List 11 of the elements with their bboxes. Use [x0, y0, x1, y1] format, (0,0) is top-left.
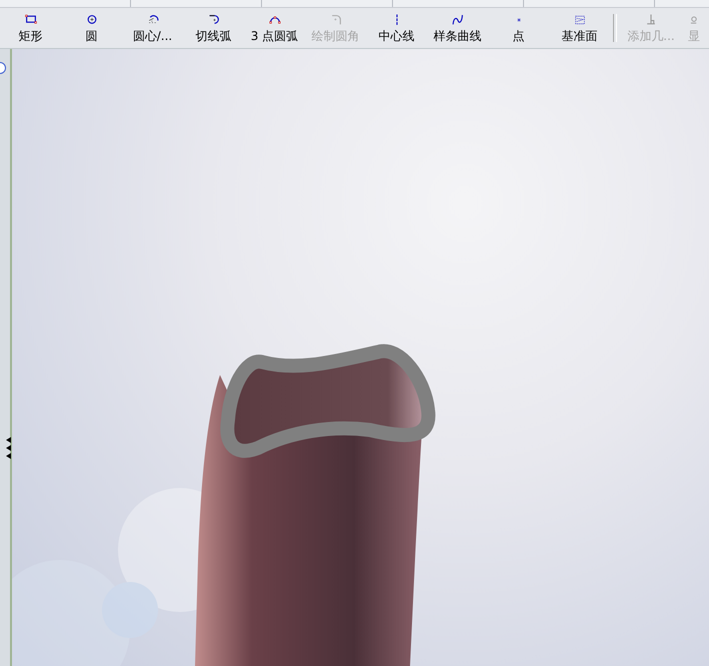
- toolbar-button[interactable]: 3 点圆弧: [244, 8, 305, 48]
- collapse-handle-icon[interactable]: [6, 437, 12, 459]
- toolbar-button[interactable]: 圆: [61, 8, 122, 48]
- centerline-tool-icon: [394, 14, 400, 26]
- toolbar-button[interactable]: 切线弧: [183, 8, 244, 48]
- toolbar-button[interactable]: 中心线: [366, 8, 427, 48]
- toolbar-button[interactable]: 矩形: [0, 8, 61, 48]
- toolbar-button[interactable]: 样条曲线: [427, 8, 488, 48]
- toolbar-button[interactable]: 点: [488, 8, 549, 48]
- toolbar-button[interactable]: 基准面: [549, 8, 610, 48]
- toolbar-button[interactable]: 圆心/...: [122, 8, 183, 48]
